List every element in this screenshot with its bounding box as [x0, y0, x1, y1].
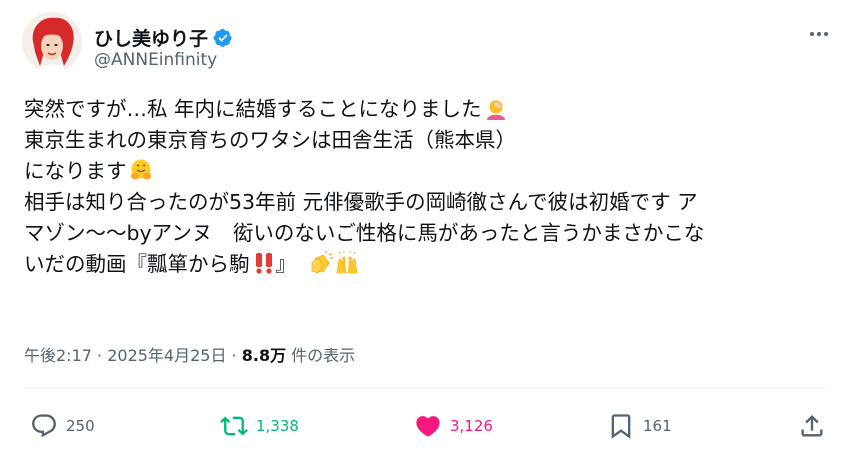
double-exclamation-emoji-icon — [255, 253, 272, 274]
hugging-face-emoji-icon — [130, 159, 151, 180]
more-options-icon[interactable] — [804, 22, 834, 46]
verified-badge-icon — [213, 28, 232, 47]
like-button[interactable]: 3,126 — [414, 410, 493, 442]
face-palm-emoji-icon — [486, 100, 505, 120]
repost-count: 1,338 — [256, 417, 299, 435]
bookmark-icon — [611, 414, 631, 439]
action-bar: 250 1,338 3,126 161 — [30, 410, 828, 442]
tweet-line-5: いだの動画『瓢箪から駒 』 — [24, 249, 830, 280]
clapping-hands-emoji-icon — [311, 251, 333, 274]
bookmark-count: 161 — [643, 417, 672, 435]
reply-count: 250 — [66, 417, 95, 435]
tweet-line-4a: 相手は知り合ったのが53年前 元俳優歌手の岡崎徹さんで彼は初婚です ア — [24, 190, 698, 214]
bookmark-button[interactable]: 161 — [607, 410, 672, 442]
post-date[interactable]: 2025年4月25日 — [107, 346, 226, 365]
raising-hands-emoji-icon — [336, 251, 357, 274]
display-name[interactable]: ひし美ゆり子 — [94, 24, 208, 51]
tweet-meta: 午後2:17 · 2025年4月25日 · 8.8万 件の表示 — [24, 346, 356, 365]
tweet-line-1: 突然ですが…私 年内に結婚することになりました — [24, 94, 830, 125]
share-button[interactable] — [798, 410, 826, 442]
repost-icon — [220, 416, 248, 436]
avatar[interactable] — [22, 12, 82, 72]
heart-icon — [416, 416, 440, 437]
reply-icon — [32, 414, 56, 438]
tweet-line-3: になります — [24, 156, 830, 187]
share-icon — [801, 415, 823, 437]
like-count: 3,126 — [450, 417, 493, 435]
post-time[interactable]: 午後2:17 — [24, 346, 92, 365]
tweet-header: ひし美ゆり子 @ANNEinfinity — [22, 12, 834, 76]
tweet-text: 突然ですが…私 年内に結婚することになりました 東京生まれの東京育ちのワタシは田… — [24, 94, 830, 280]
tweet-line-2: 東京生まれの東京育ちのワタシは田舎生活（熊本県） — [24, 128, 516, 152]
divider — [24, 388, 826, 389]
view-count: 8.8万 — [241, 346, 287, 365]
view-label: 件の表示 — [286, 346, 356, 365]
reply-button[interactable]: 250 — [30, 410, 95, 442]
repost-button[interactable]: 1,338 — [220, 410, 299, 442]
tweet-line-4b: マゾン〜〜byアンヌ 衒いのないご性格に馬があったと言うかまさかこな — [24, 221, 705, 245]
handle[interactable]: @ANNEinfinity — [94, 50, 217, 70]
name-row: ひし美ゆり子 — [94, 24, 233, 51]
